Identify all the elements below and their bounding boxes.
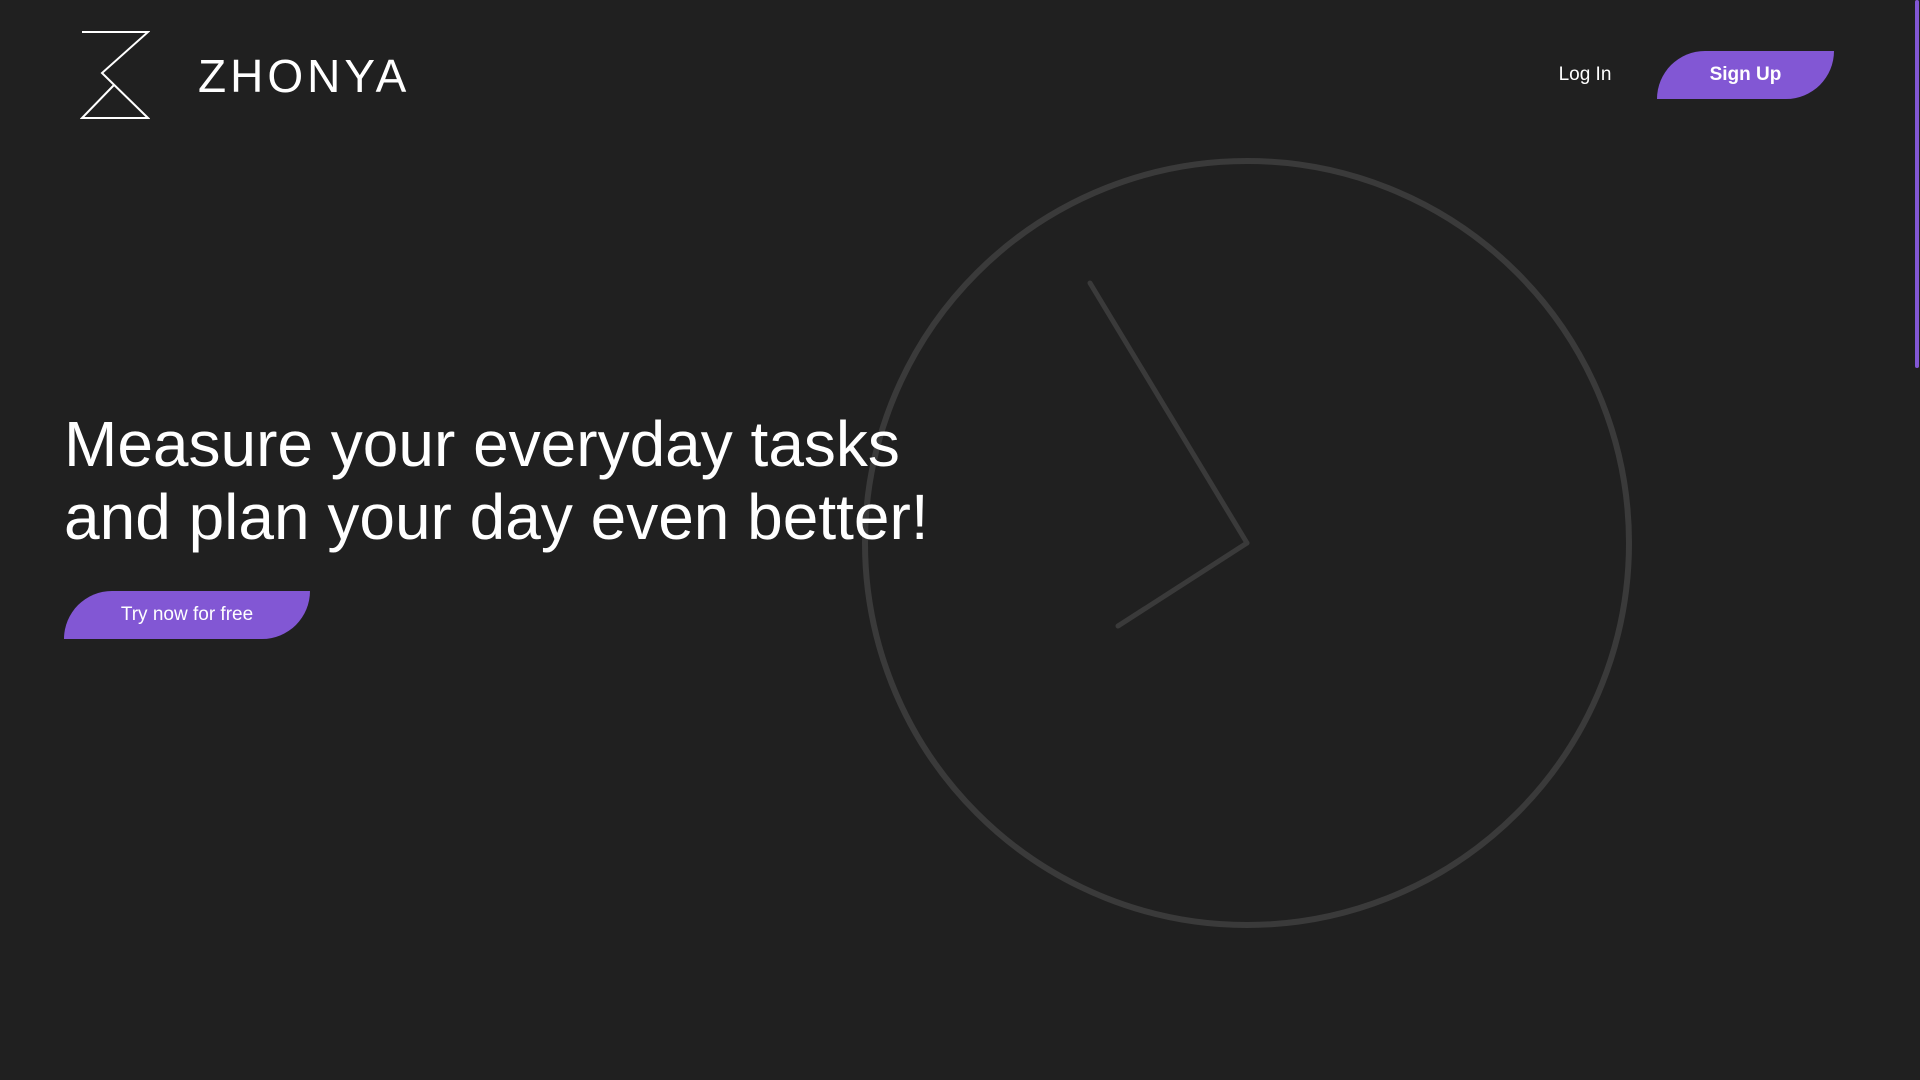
signup-button[interactable]: Sign Up [1657, 51, 1834, 99]
hourglass-icon[interactable] [80, 30, 150, 120]
clock-hand-minute [1087, 280, 1250, 546]
login-link[interactable]: Log In [1540, 60, 1630, 90]
hero-title-line-2: and plan your day even better! [64, 481, 929, 553]
clock-icon [862, 158, 1632, 928]
hero-title-line-1: Measure your everyday tasks [64, 408, 900, 480]
scrollbar-thumb[interactable] [1915, 0, 1919, 368]
try-now-button[interactable]: Try now for free [64, 591, 310, 639]
clock-hand-hour [1115, 540, 1250, 629]
scrollbar[interactable] [1913, 0, 1920, 1080]
hero-title: Measure your everyday tasks and plan you… [64, 408, 929, 554]
brand-name[interactable]: ZHONYA [198, 46, 410, 106]
